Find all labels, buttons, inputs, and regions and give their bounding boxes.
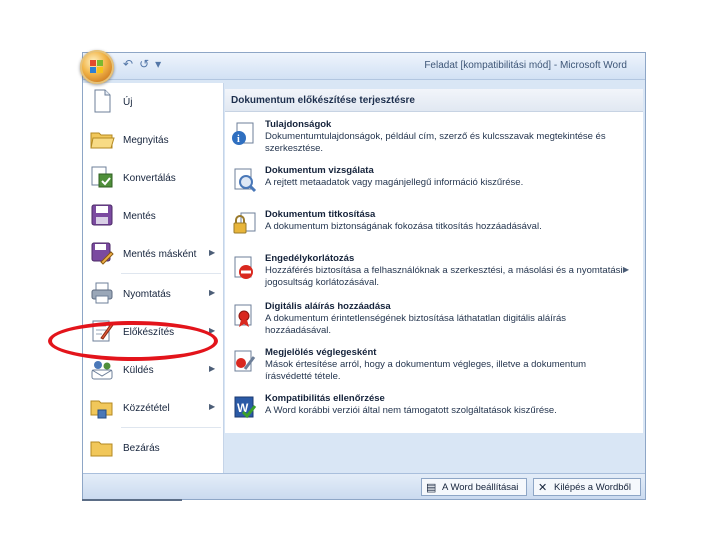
- customize-qat-icon[interactable]: ▾: [155, 57, 161, 71]
- menu-item-label: Megnyitás: [123, 135, 169, 146]
- quick-access-toolbar: ↶ ↺ ▾: [123, 57, 161, 71]
- title-bar: ↶ ↺ ▾ Feladat [kompatibilitási mód] - Mi…: [83, 53, 645, 80]
- submenu-arrow-icon: ▶: [209, 288, 216, 297]
- submenu-item-encrypt[interactable]: Dokumentum titkosítása A dokumentum bizt…: [225, 209, 643, 245]
- word-options-label: A Word beállításai: [442, 482, 519, 493]
- mark-final-icon: [234, 350, 256, 372]
- close-folder-icon: [90, 441, 113, 457]
- submenu-item-title: Tulajdonságok: [265, 119, 332, 130]
- publish-icon: [90, 400, 113, 419]
- submenu-item-compatibility-check[interactable]: W Kompatibilitás ellenőrzése A Word korá…: [225, 393, 643, 429]
- word-office-menu-window: ↶ ↺ ▾ Feladat [kompatibilitási mód] - Mi…: [82, 52, 646, 500]
- encrypt-lock-icon: [233, 212, 256, 234]
- submenu-item-description: A rejtett metaadatok vagy magánjellegű i…: [265, 177, 524, 188]
- menu-item-convert[interactable]: Konvertálás: [83, 159, 223, 197]
- exit-word-button[interactable]: ✕ Kilépés a Wordből: [533, 478, 641, 496]
- office-logo-icon: [90, 60, 104, 74]
- office-menu-footer: ▤ A Word beállításai ✕ Kilépés a Wordből: [83, 473, 645, 499]
- digital-signature-icon: [234, 304, 252, 327]
- submenu-item-description: Hozzáférés biztosítása a felhasználóknak…: [265, 265, 623, 288]
- menu-item-publish[interactable]: Közzététel ▶: [83, 389, 223, 427]
- menu-item-save-as[interactable]: Mentés másként ▶: [83, 235, 223, 273]
- options-icon: ▤: [426, 482, 437, 494]
- submenu-item-description: Mások értesítése arról, hogy a dokumentu…: [265, 359, 587, 382]
- menu-item-label: Mentés: [123, 211, 156, 222]
- menu-item-print[interactable]: Nyomtatás ▶: [83, 275, 223, 313]
- highlight-annotation-ring: [48, 321, 218, 361]
- menu-item-label: Nyomtatás: [123, 289, 171, 300]
- submenu-item-title: Kompatibilitás ellenőrzése: [265, 393, 385, 404]
- svg-text:i: i: [237, 134, 240, 145]
- menu-item-label: Közzététel: [123, 403, 170, 414]
- submenu-item-title: Engedélykorlátozás: [265, 253, 355, 264]
- redo-icon[interactable]: ↺: [139, 57, 149, 71]
- convert-icon: [91, 166, 113, 188]
- menu-item-open[interactable]: Megnyitás: [83, 121, 223, 159]
- properties-icon: i: [232, 122, 254, 145]
- submenu-item-digital-signature[interactable]: Digitális aláírás hozzáadása A dokumentu…: [225, 301, 643, 341]
- office-menu-commands: Új Megnyitás Konvertálás Mentés Mentés m…: [83, 83, 224, 473]
- background-document-edge: [82, 499, 182, 501]
- menu-item-label: Bezárás: [123, 443, 160, 454]
- submenu-header: Dokumentum előkészítése terjesztésre: [225, 89, 643, 112]
- submenu-item-title: Dokumentum titkosítása: [265, 209, 376, 220]
- new-document-icon: [94, 89, 111, 113]
- office-button[interactable]: [80, 50, 114, 84]
- menu-item-label: Küldés: [123, 365, 154, 376]
- submenu-item-description: A dokumentum érintetlenségének biztosítá…: [265, 313, 567, 336]
- submenu-item-restrict-permission[interactable]: Engedélykorlátozás Hozzáférés biztosítás…: [225, 253, 643, 293]
- menu-item-label: Új: [123, 97, 133, 108]
- submenu-arrow-icon: ▶: [209, 364, 216, 373]
- compatibility-check-icon: W: [234, 396, 257, 419]
- inspect-document-icon: [234, 168, 257, 193]
- submenu-header-text: Dokumentum előkészítése terjesztésre: [231, 95, 415, 106]
- menu-item-label: Konvertálás: [123, 173, 176, 184]
- submenu-item-description: Dokumentumtulajdonságok, például cím, sz…: [265, 131, 606, 154]
- save-icon: [91, 204, 113, 226]
- exit-word-label: Kilépés a Wordből: [554, 482, 631, 493]
- submenu-item-properties[interactable]: i Tulajdonságok Dokumentumtulajdonságok,…: [225, 119, 643, 159]
- save-as-icon: [91, 242, 114, 265]
- window-title: Feladat [kompatibilitási mód] - Microsof…: [424, 60, 627, 71]
- submenu-item-title: Megjelölés véglegesként: [265, 347, 377, 358]
- menu-item-label: Mentés másként: [123, 249, 197, 260]
- open-folder-icon: [90, 132, 115, 149]
- prepare-submenu-panel: Dokumentum előkészítése terjesztésre i T…: [225, 89, 643, 433]
- submenu-item-description: A Word korábbi verziói által nem támogat…: [265, 405, 557, 416]
- menu-item-save[interactable]: Mentés: [83, 197, 223, 235]
- submenu-item-title: Digitális aláírás hozzáadása: [265, 301, 391, 312]
- word-options-button[interactable]: ▤ A Word beállításai: [421, 478, 527, 496]
- restrict-permission-icon: [234, 256, 253, 279]
- undo-icon[interactable]: ↶: [123, 57, 133, 71]
- print-icon: [91, 282, 113, 304]
- submenu-arrow-icon: ▶: [209, 402, 216, 411]
- submenu-item-title: Dokumentum vizsgálata: [265, 165, 374, 176]
- menu-item-new[interactable]: Új: [83, 83, 223, 121]
- submenu-item-description: A dokumentum biztonságának fokozása titk…: [265, 221, 542, 232]
- submenu-item-mark-final[interactable]: Megjelölés véglegesként Mások értesítése…: [225, 347, 643, 387]
- exit-x-icon: ✕: [538, 482, 548, 494]
- menu-divider: [121, 273, 221, 274]
- menu-item-close[interactable]: Bezárás: [83, 429, 223, 467]
- menu-divider: [121, 427, 221, 428]
- submenu-item-inspect[interactable]: Dokumentum vizsgálata A rejtett metaadat…: [225, 165, 643, 201]
- submenu-arrow-icon: ▶: [209, 248, 216, 257]
- submenu-arrow-icon: ▶: [622, 265, 629, 274]
